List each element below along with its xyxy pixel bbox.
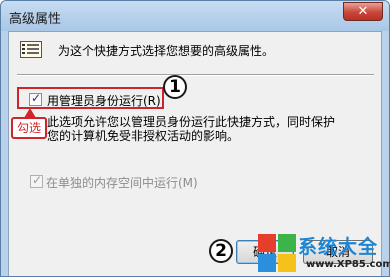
header-description: 为这个快捷方式选择您想要的高级属性。 [58,44,275,58]
step-2-badge: 2 [209,239,233,263]
divider [17,74,374,76]
run-as-admin-label[interactable]: 用管理员身份运行(R) [47,92,161,109]
close-button[interactable]: ✕ [343,2,383,21]
separate-memory-label: 在单独的内存空间中运行(M) [46,176,198,190]
run-as-admin-highlight: ✓ 用管理员身份运行(R) [17,87,164,109]
properties-list-icon [20,41,42,58]
check-icon: ✓ [31,91,42,105]
run-as-admin-checkbox[interactable]: ✓ [29,91,42,106]
site-watermark: 系统大全 www.XP85.com [258,232,390,277]
admin-description-line1: 此选项允许您以管理员身份运行此快捷方式，同时保护 [47,115,336,129]
window-title: 高级属性 [9,12,62,27]
admin-description-line2: 您的计算机免受非授权活动的影响。 [47,129,240,143]
close-icon: ✕ [357,4,369,19]
step-1-badge: 1 [163,75,187,99]
separate-memory-checkbox: ✓ [30,173,43,188]
admin-description: 此选项允许您以管理员身份运行此快捷方式，同时保护 您的计算机免受非授权活动的影响… [47,115,367,143]
check-callout: 勾选 [11,117,47,139]
windows-logo-icon [258,234,298,274]
check-icon: ✓ [32,173,43,187]
watermark-url: www.XP85.com [306,259,390,270]
title-bar[interactable]: 高级属性 ✕ [1,1,389,31]
watermark-title: 系统大全 [298,236,379,258]
